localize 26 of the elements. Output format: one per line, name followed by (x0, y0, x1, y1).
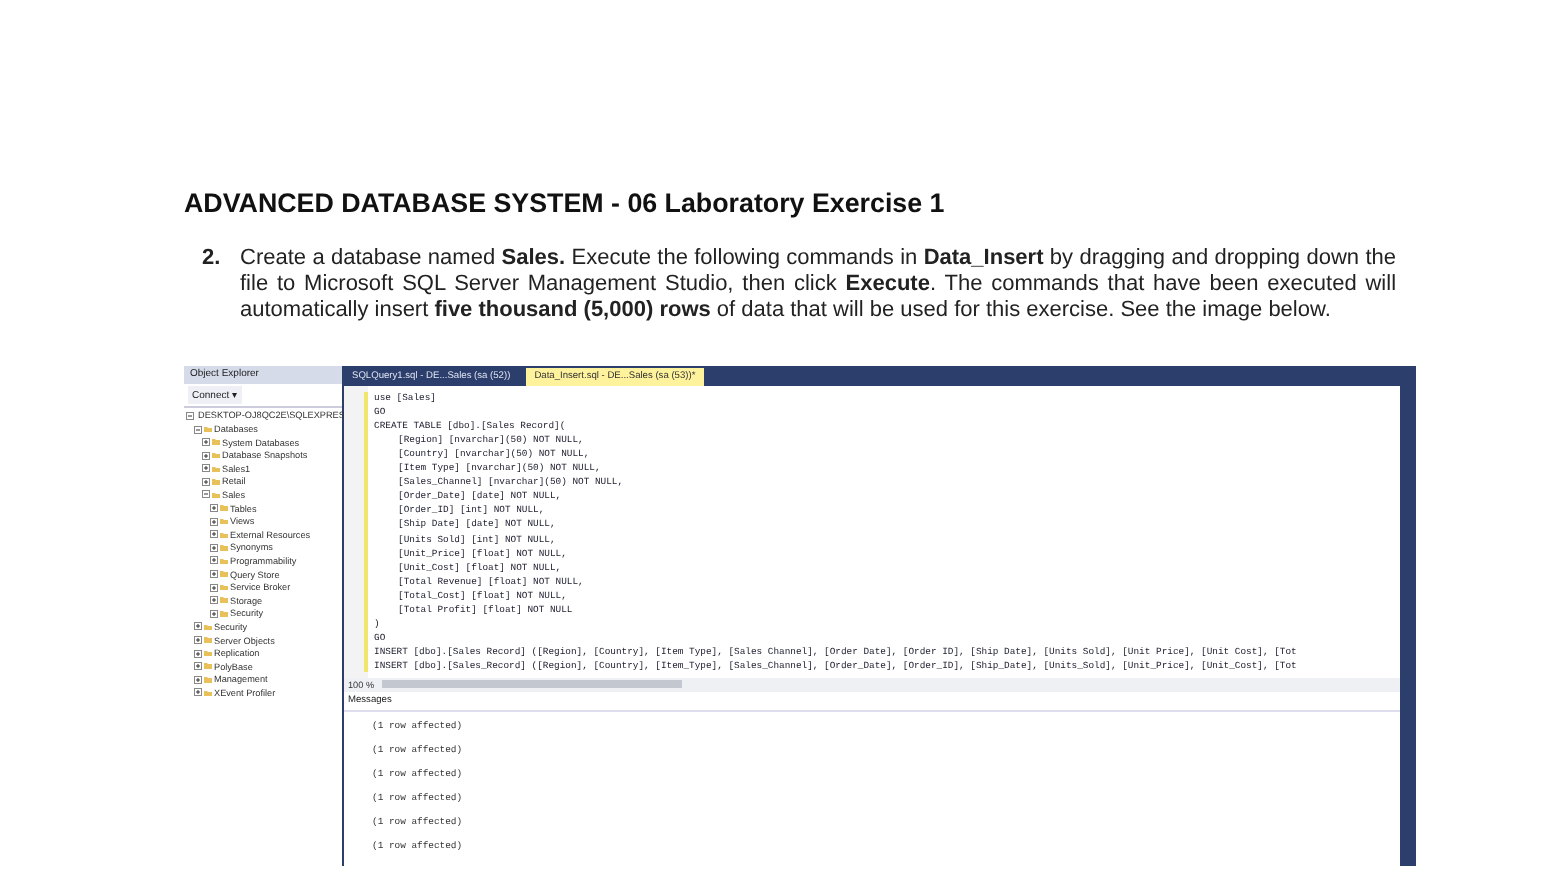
scrollbar-thumb[interactable] (382, 680, 683, 689)
collapse-icon[interactable] (202, 490, 210, 499)
item-number: 2. (202, 246, 223, 274)
expand-icon[interactable] (194, 649, 202, 658)
expand-icon[interactable] (210, 530, 218, 539)
expand-icon[interactable] (194, 688, 202, 697)
expand-icon[interactable] (194, 662, 202, 671)
expand-icon[interactable] (210, 583, 218, 592)
expand-icon[interactable] (210, 609, 218, 618)
expand-icon[interactable] (202, 438, 210, 447)
expand-icon[interactable] (194, 622, 202, 631)
expand-icon[interactable] (210, 556, 218, 565)
expand-icon[interactable] (202, 451, 210, 460)
instruction-text: Create a database named Sales. Execute the following commands in Data_Insert by dragging and dropping down the file to Microsoft SQL Server Management Studio, then click Execute. The commands that have been executed will automatically insert five thousand (5,000) rows of data that will be used for this exercise. See the image below. (240, 246, 1396, 326)
expand-icon[interactable] (194, 636, 202, 644)
expand-icon[interactable] (210, 596, 218, 605)
expand-icon[interactable] (202, 464, 210, 473)
expand-icon[interactable] (210, 543, 218, 552)
collapse-icon[interactable] (186, 411, 194, 420)
expand-icon[interactable] (194, 675, 202, 684)
page-heading: ADVANCED DATABASE SYSTEM - 06 Laboratory Exercise 1 (184, 188, 947, 218)
collapse-icon[interactable] (194, 425, 202, 433)
expand-icon[interactable] (202, 477, 210, 486)
expand-icon[interactable] (210, 517, 218, 526)
expand-icon[interactable] (210, 504, 218, 513)
expand-icon[interactable] (210, 570, 218, 579)
